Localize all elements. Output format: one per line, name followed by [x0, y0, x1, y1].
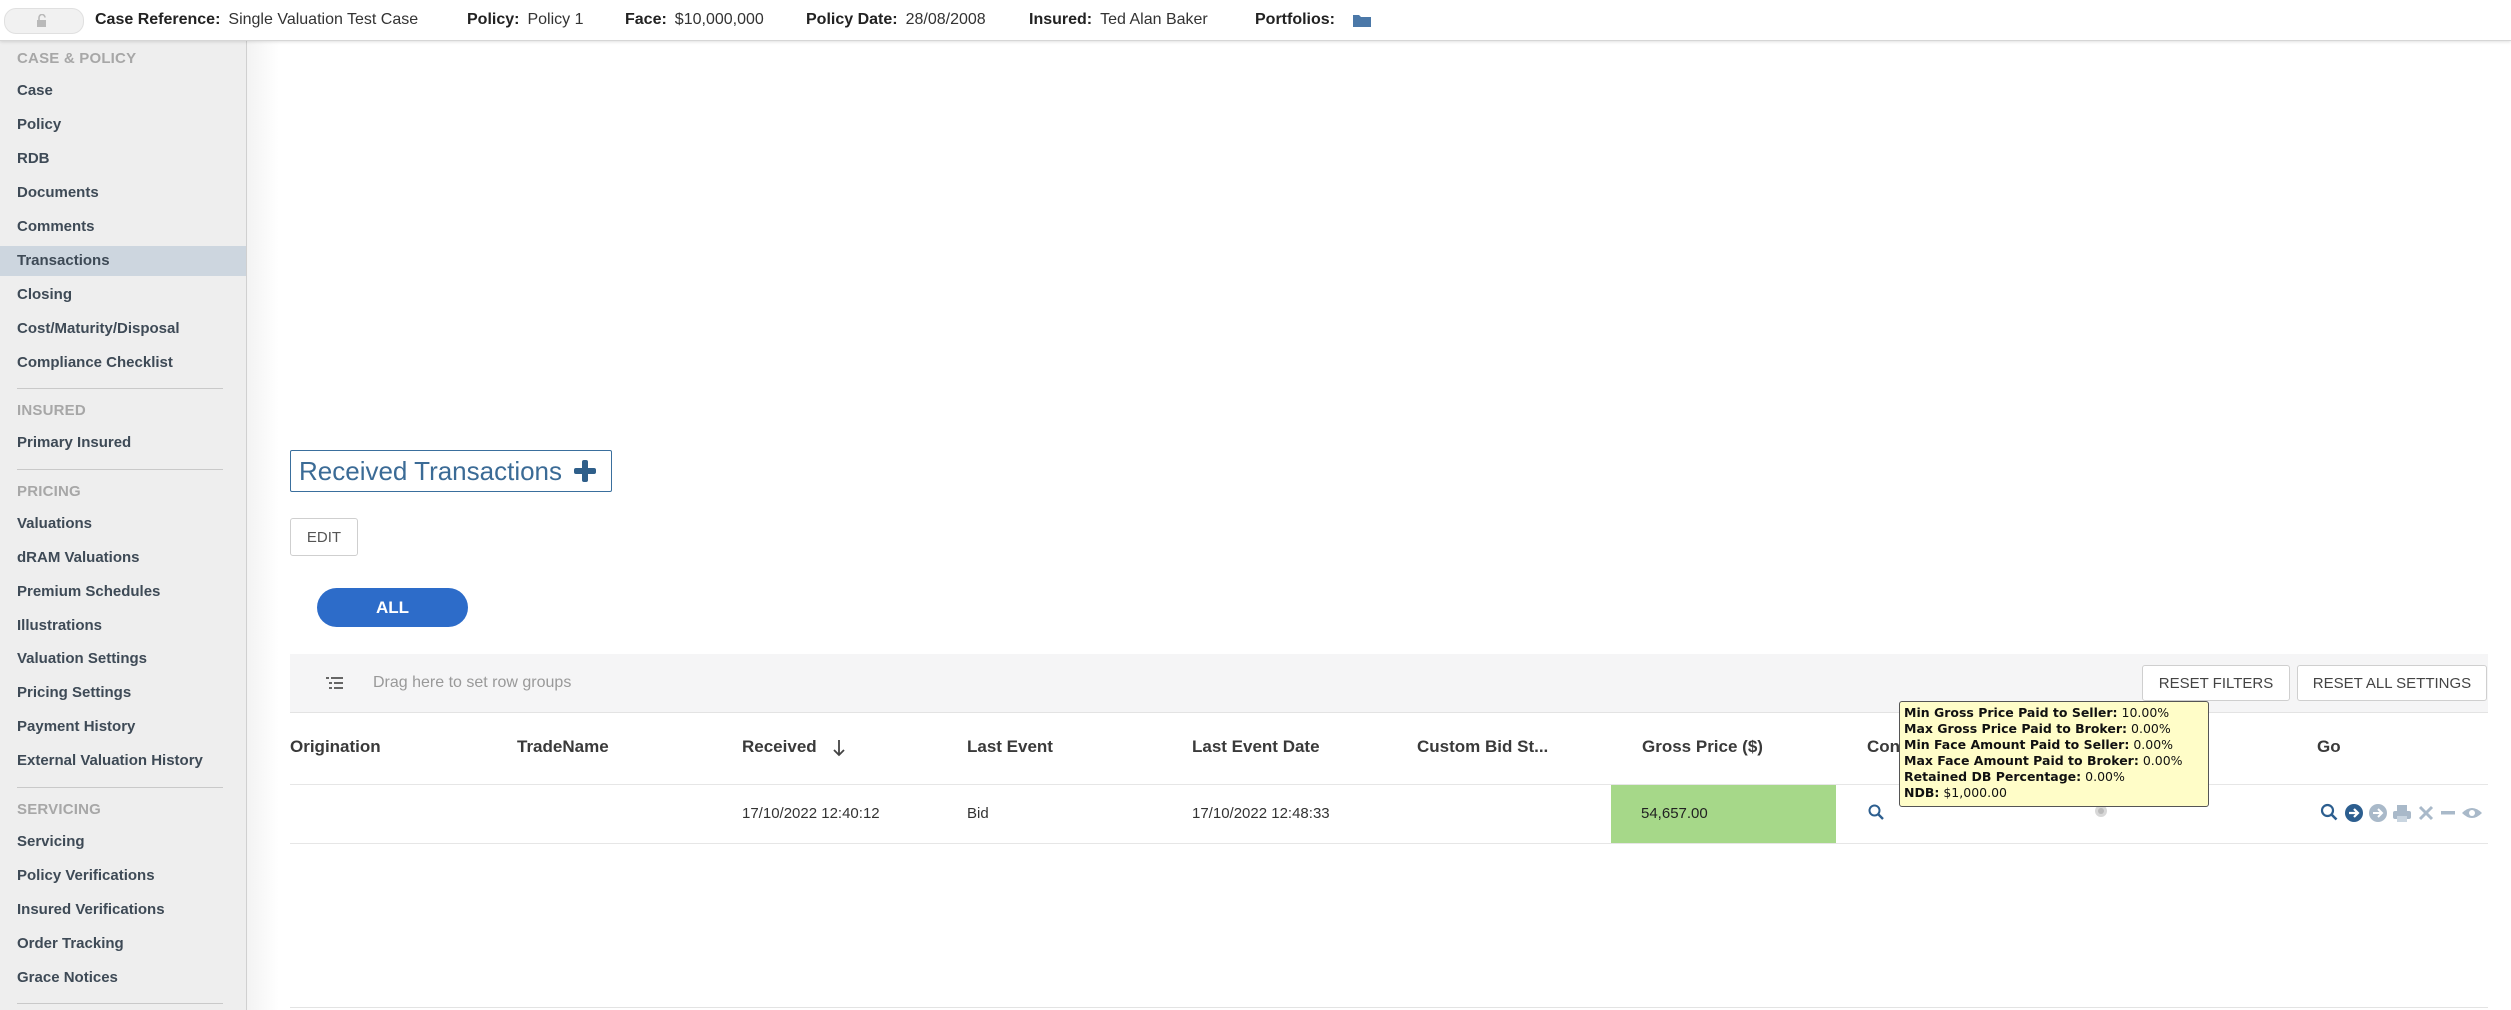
- column-header-origination[interactable]: Origination: [290, 737, 381, 757]
- column-header-last-event-date[interactable]: Last Event Date: [1192, 737, 1320, 757]
- go-arrow-icon[interactable]: [2344, 803, 2364, 823]
- edit-button[interactable]: EDIT: [290, 518, 358, 556]
- policy-date-field: Policy Date: 28/08/2008: [806, 11, 986, 28]
- sidebar-item-dram-valuations[interactable]: dRAM Valuations: [0, 543, 246, 573]
- sidebar-item-external-valuation-history[interactable]: External Valuation History: [0, 746, 246, 776]
- sidebar-item-illustrations[interactable]: Illustrations: [0, 611, 246, 641]
- insured-field: Insured: Ted Alan Baker: [1029, 11, 1208, 28]
- minus-icon[interactable]: [2439, 803, 2457, 823]
- tooltip-line: Max Gross Price Paid to Broker: 0.00%: [1904, 721, 2171, 736]
- delete-icon[interactable]: [2417, 803, 2435, 823]
- print-icon[interactable]: [2392, 803, 2412, 823]
- portfolios-field: Portfolios:: [1255, 11, 1335, 28]
- column-header-last-event[interactable]: Last Event: [967, 737, 1053, 757]
- row-group-icon: [326, 677, 343, 689]
- magnifier-icon[interactable]: [1868, 804, 1884, 821]
- cell-received: 17/10/2022 12:40:12: [742, 805, 880, 822]
- circle-arrow-icon[interactable]: [2368, 803, 2388, 823]
- sidebar-item-payment-history[interactable]: Payment History: [0, 712, 246, 742]
- sidebar-item-comments[interactable]: Comments: [0, 212, 246, 242]
- sidebar-divider: [17, 1003, 223, 1004]
- reset-all-settings-button[interactable]: RESET ALL SETTINGS: [2297, 665, 2487, 701]
- grid-bottom-border: [290, 1007, 2488, 1008]
- sidebar-section-title: INSURED: [17, 402, 86, 419]
- pricing-tooltip: Min Gross Price Paid to Seller: 10.00% M…: [1899, 701, 2209, 807]
- case-header-bar: Case Reference: Single Valuation Test Cas…: [0, 0, 2511, 41]
- sidebar-shadow: [247, 41, 279, 1010]
- sidebar-item-insured-verifications[interactable]: Insured Verifications: [0, 895, 246, 925]
- case-reference: Case Reference: Single Valuation Test Cas…: [95, 11, 419, 28]
- sidebar-item-rdb[interactable]: RDB: [0, 144, 246, 174]
- column-header-con[interactable]: Con: [1867, 737, 1900, 757]
- sidebar: CASE & POLICY Case Policy RDB Documents …: [0, 41, 247, 1010]
- filter-all-button[interactable]: ALL: [317, 588, 468, 627]
- sidebar-section-title: SERVICING: [17, 801, 102, 818]
- sidebar-item-case[interactable]: Case: [0, 76, 246, 106]
- gross-price-value: 54,657.00: [1641, 805, 1708, 822]
- column-header-tradename[interactable]: TradeName: [517, 737, 609, 757]
- received-transactions-panel-title: Received Transactions: [290, 450, 612, 492]
- sidebar-divider: [17, 469, 223, 470]
- row-group-placeholder: Drag here to set row groups: [373, 674, 572, 691]
- sidebar-item-policy-verifications[interactable]: Policy Verifications: [0, 861, 246, 891]
- sidebar-item-grace-notices[interactable]: Grace Notices: [0, 963, 246, 993]
- eye-toggle-icon[interactable]: [2461, 803, 2483, 823]
- sidebar-item-valuations[interactable]: Valuations: [0, 509, 246, 539]
- column-header-custom-bid-status[interactable]: Custom Bid St...: [1417, 737, 1548, 757]
- sidebar-item-valuation-settings[interactable]: Valuation Settings: [0, 644, 246, 674]
- face-field: Face: $10,000,000: [625, 11, 764, 28]
- sidebar-item-primary-insured[interactable]: Primary Insured: [0, 428, 246, 458]
- sidebar-item-pricing-settings[interactable]: Pricing Settings: [0, 678, 246, 708]
- sidebar-section-title: CASE & POLICY: [17, 50, 137, 67]
- sidebar-item-policy[interactable]: Policy: [0, 110, 246, 140]
- tooltip-line: Retained DB Percentage: 0.00%: [1904, 769, 2125, 784]
- sidebar-section-title: PRICING: [17, 483, 81, 500]
- sidebar-item-cost-maturity-disposal[interactable]: Cost/Maturity/Disposal: [0, 314, 246, 344]
- tooltip-line: NDB: $1,000.00: [1904, 785, 2007, 800]
- sidebar-divider: [17, 787, 223, 788]
- cell-last-event-date: 17/10/2022 12:48:33: [1192, 805, 1330, 822]
- column-header-received[interactable]: Received: [742, 737, 817, 757]
- sort-desc-icon[interactable]: [832, 739, 846, 757]
- column-header-go[interactable]: Go: [2317, 737, 2341, 757]
- tooltip-line: Max Face Amount Paid to Broker: 0.00%: [1904, 753, 2183, 768]
- cell-last-event: Bid: [967, 805, 989, 822]
- sidebar-item-closing[interactable]: Closing: [0, 280, 246, 310]
- sidebar-item-order-tracking[interactable]: Order Tracking: [0, 929, 246, 959]
- view-icon[interactable]: [2320, 803, 2338, 823]
- lock-toggle-button[interactable]: [4, 8, 84, 34]
- folder-icon[interactable]: [1352, 12, 1372, 28]
- panel-title-text: Received Transactions: [299, 456, 563, 486]
- cell-gross-price: 54,657.00: [1611, 785, 1836, 843]
- sidebar-item-premium-schedules[interactable]: Premium Schedules: [0, 577, 246, 607]
- tooltip-line: Min Gross Price Paid to Seller: 10.00%: [1904, 705, 2170, 720]
- column-header-gross-price[interactable]: Gross Price ($): [1642, 737, 1763, 757]
- sidebar-item-compliance-checklist[interactable]: Compliance Checklist: [0, 348, 246, 378]
- lock-icon: [37, 14, 46, 27]
- sidebar-item-documents[interactable]: Documents: [0, 178, 246, 208]
- tooltip-line: Min Face Amount Paid to Seller: 0.00%: [1904, 737, 2174, 752]
- sidebar-divider: [17, 388, 223, 389]
- sidebar-item-servicing[interactable]: Servicing: [0, 827, 246, 857]
- sidebar-item-transactions[interactable]: Transactions: [0, 246, 246, 276]
- reset-filters-button[interactable]: RESET FILTERS: [2142, 665, 2290, 701]
- policy-field: Policy: Policy 1: [467, 11, 584, 28]
- plus-icon[interactable]: [574, 460, 596, 482]
